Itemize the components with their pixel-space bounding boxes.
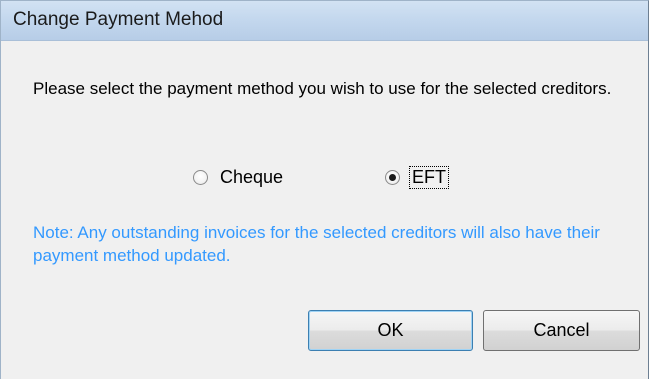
ok-button[interactable]: OK (308, 310, 473, 351)
radio-cheque[interactable]: Cheque (193, 164, 285, 190)
instruction-text: Please select the payment method you wis… (33, 79, 612, 98)
radio-eft-label[interactable]: EFT (409, 165, 449, 189)
title-bar[interactable]: Change Payment Mehod (1, 1, 648, 41)
note-text: Note: Any outstanding invoices for the s… (33, 223, 600, 265)
radio-dot-icon (389, 173, 396, 181)
change-payment-method-dialog: Change Payment Mehod Please select the p… (0, 0, 649, 379)
radio-button-unselected-icon[interactable] (193, 169, 208, 185)
cancel-button[interactable]: Cancel (483, 310, 640, 351)
window-title: Change Payment Mehod (13, 9, 224, 30)
radio-cheque-label[interactable]: Cheque (218, 167, 285, 188)
radio-eft[interactable]: EFT (385, 164, 449, 190)
radio-button-selected-icon[interactable] (385, 169, 400, 185)
